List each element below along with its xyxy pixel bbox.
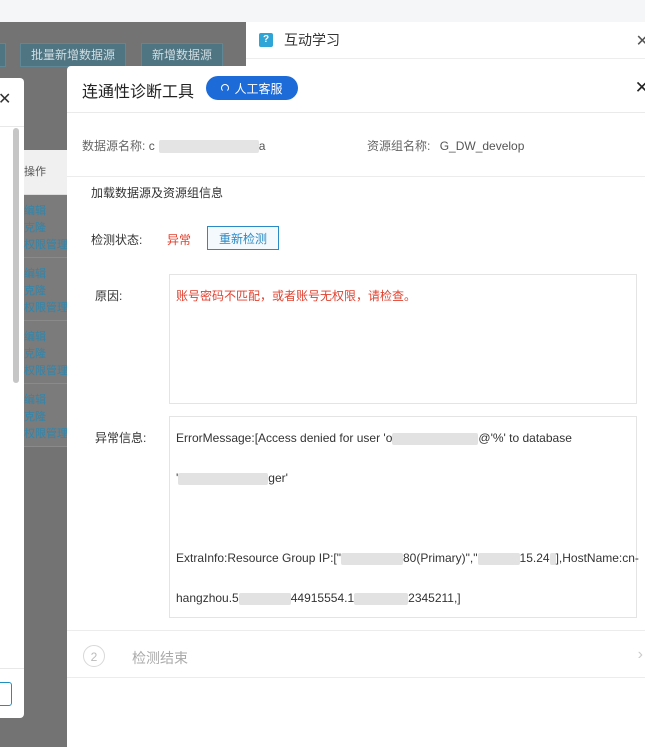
headset-icon <box>221 84 230 92</box>
redacted-mask <box>158 140 259 154</box>
status-value: 异常 <box>167 233 192 247</box>
resource-group-label: 资源组名称: <box>367 139 431 153</box>
edit-link[interactable]: 编辑 <box>24 392 67 409</box>
modal-title: 连通性诊断工具 <box>82 84 195 101</box>
modal-header: 连通性诊断工具 人工客服 ✕ <box>67 66 645 113</box>
divider <box>67 677 645 678</box>
batch-add-datasource-button[interactable]: 批量新增数据源 <box>20 43 127 67</box>
datasource-info: 数据源名称: ca <box>82 137 265 154</box>
clone-link[interactable]: 克隆 <box>24 283 67 300</box>
table-row: 编辑 克隆 权限管理 <box>24 195 68 258</box>
customer-service-button[interactable]: 人工客服 <box>206 76 298 100</box>
resource-group-info: 资源组名称: G_DW_develop <box>367 137 524 154</box>
redetect-button[interactable]: 重新检测 <box>207 226 279 250</box>
chevron-right-icon[interactable]: › <box>638 646 643 664</box>
redacted-mask <box>238 592 291 605</box>
table-row: 编辑 克隆 权限管理 <box>24 384 68 447</box>
scrollbar[interactable] <box>13 128 19 383</box>
step-label: 检测结束 <box>132 650 188 666</box>
table-row: 编辑 克隆 权限管理 <box>24 258 68 321</box>
redacted-mask <box>477 552 520 565</box>
reason-box: 账号密码不匹配，或者账号无权限，请检查。 <box>169 274 637 404</box>
top-strip <box>0 0 645 23</box>
permission-link[interactable]: 权限管理 <box>24 426 68 443</box>
reason-label: 原因: <box>95 289 123 303</box>
status-label: 检测状态: <box>91 233 143 247</box>
divider <box>0 668 24 669</box>
add-datasource-button[interactable]: 新增数据源 <box>141 43 224 67</box>
error-line: ExtraInfo:Resource Group IP:[" 80(Primary… <box>176 551 639 565</box>
divider <box>67 176 645 177</box>
edit-link[interactable]: 编辑 <box>24 203 67 220</box>
step-number: 2 <box>83 645 105 667</box>
reason-text: 账号密码不匹配，或者账号无权限，请检查。 <box>176 289 417 303</box>
table-row: 编辑 克隆 权限管理 <box>24 321 68 384</box>
diagnose-modal: 连通性诊断工具 人工客服 ✕ 数据源名称: ca 资源组名称: G_DW_dev… <box>67 66 645 747</box>
load-info-title: 加载数据源及资源组信息 <box>91 186 224 200</box>
error-line: ErrorMessage:[Access denied for user 'o @… <box>176 431 572 445</box>
redacted-mask <box>392 432 479 445</box>
help-icon: ? <box>259 33 273 47</box>
error-box: ErrorMessage:[Access denied for user 'o @… <box>169 416 639 618</box>
permission-link[interactable]: 权限管理 <box>24 237 68 254</box>
background-table: 操作 编辑 克隆 权限管理 编辑 克隆 权限管理 编辑 克隆 权限管理 编辑 克… <box>24 150 68 447</box>
divider <box>0 126 24 127</box>
clone-link[interactable]: 克隆 <box>24 346 67 363</box>
table-header-actions: 操作 <box>24 150 67 195</box>
edit-link[interactable]: 编辑 <box>24 329 67 346</box>
error-label: 异常信息: <box>95 431 147 445</box>
redacted-mask <box>178 472 269 485</box>
permission-link[interactable]: 权限管理 <box>24 300 68 317</box>
permission-link[interactable]: 权限管理 <box>24 363 68 380</box>
redacted-mask <box>354 592 409 605</box>
datasource-label: 数据源名称: <box>82 139 146 153</box>
clone-link[interactable]: 克隆 <box>24 409 67 426</box>
redacted-mask <box>341 552 403 565</box>
close-icon[interactable]: ✕ <box>636 31 645 51</box>
left-drawer: ✕ <box>0 78 24 718</box>
close-icon[interactable]: ✕ <box>635 78 645 98</box>
close-icon[interactable]: ✕ <box>0 89 11 109</box>
error-line: ' ger' <box>176 471 288 485</box>
help-panel-title: 互动学习 <box>284 32 340 48</box>
drawer-button-partial[interactable] <box>0 682 12 706</box>
datasource-value: ca <box>148 139 266 154</box>
background-button-partial <box>0 43 6 67</box>
divider <box>67 630 645 631</box>
clone-link[interactable]: 克隆 <box>24 220 67 237</box>
resource-group-value: G_DW_develop <box>439 139 525 153</box>
error-line: hangzhou.5 44915554.1 2345211,] <box>176 591 461 605</box>
customer-service-label: 人工客服 <box>234 81 283 96</box>
help-panel-header: ? 互动学习 <box>246 22 645 59</box>
edit-link[interactable]: 编辑 <box>24 266 67 283</box>
